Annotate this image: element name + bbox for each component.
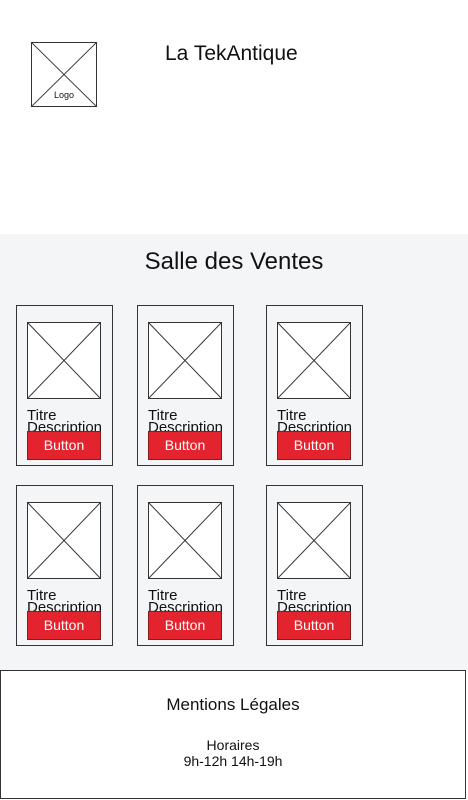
product-image bbox=[277, 322, 351, 399]
image-placeholder-icon bbox=[278, 323, 350, 398]
image-placeholder-icon bbox=[278, 503, 350, 578]
product-card: Titre Description Button bbox=[16, 305, 113, 466]
image-placeholder-icon bbox=[28, 503, 100, 578]
product-image bbox=[148, 322, 222, 399]
product-button[interactable]: Button bbox=[148, 611, 222, 640]
product-button[interactable]: Button bbox=[277, 431, 351, 460]
image-placeholder-icon bbox=[28, 323, 100, 398]
hours-label: Horaires bbox=[206, 737, 260, 753]
footer: Mentions Légales Horaires 9h-12h 14h-19h bbox=[0, 670, 466, 799]
logo-placeholder: Logo bbox=[31, 42, 97, 107]
image-placeholder-icon bbox=[149, 503, 221, 578]
product-card: Titre Description Button bbox=[137, 305, 234, 466]
product-card: Titre Description Button bbox=[266, 485, 363, 646]
product-button[interactable]: Button bbox=[148, 431, 222, 460]
product-image bbox=[148, 502, 222, 579]
product-card: Titre Description Button bbox=[16, 485, 113, 646]
site-title: La TekAntique bbox=[165, 42, 298, 65]
product-card: Titre Description Button bbox=[266, 305, 363, 466]
opening-hours: Horaires 9h-12h 14h-19h bbox=[1, 737, 465, 769]
product-button[interactable]: Button bbox=[277, 611, 351, 640]
logo-label: Logo bbox=[53, 90, 75, 100]
product-button[interactable]: Button bbox=[27, 611, 101, 640]
product-image bbox=[277, 502, 351, 579]
product-image bbox=[27, 502, 101, 579]
product-button[interactable]: Button bbox=[27, 431, 101, 460]
sales-section-title: Salle des Ventes bbox=[144, 248, 324, 275]
product-card: Titre Description Button bbox=[137, 485, 234, 646]
legal-notice-link[interactable]: Mentions Légales bbox=[1, 695, 465, 715]
hours-value: 9h-12h 14h-19h bbox=[183, 753, 283, 769]
sales-section: Salle des Ventes Titre Description Butto… bbox=[0, 234, 468, 670]
product-image bbox=[27, 322, 101, 399]
image-placeholder-icon bbox=[149, 323, 221, 398]
